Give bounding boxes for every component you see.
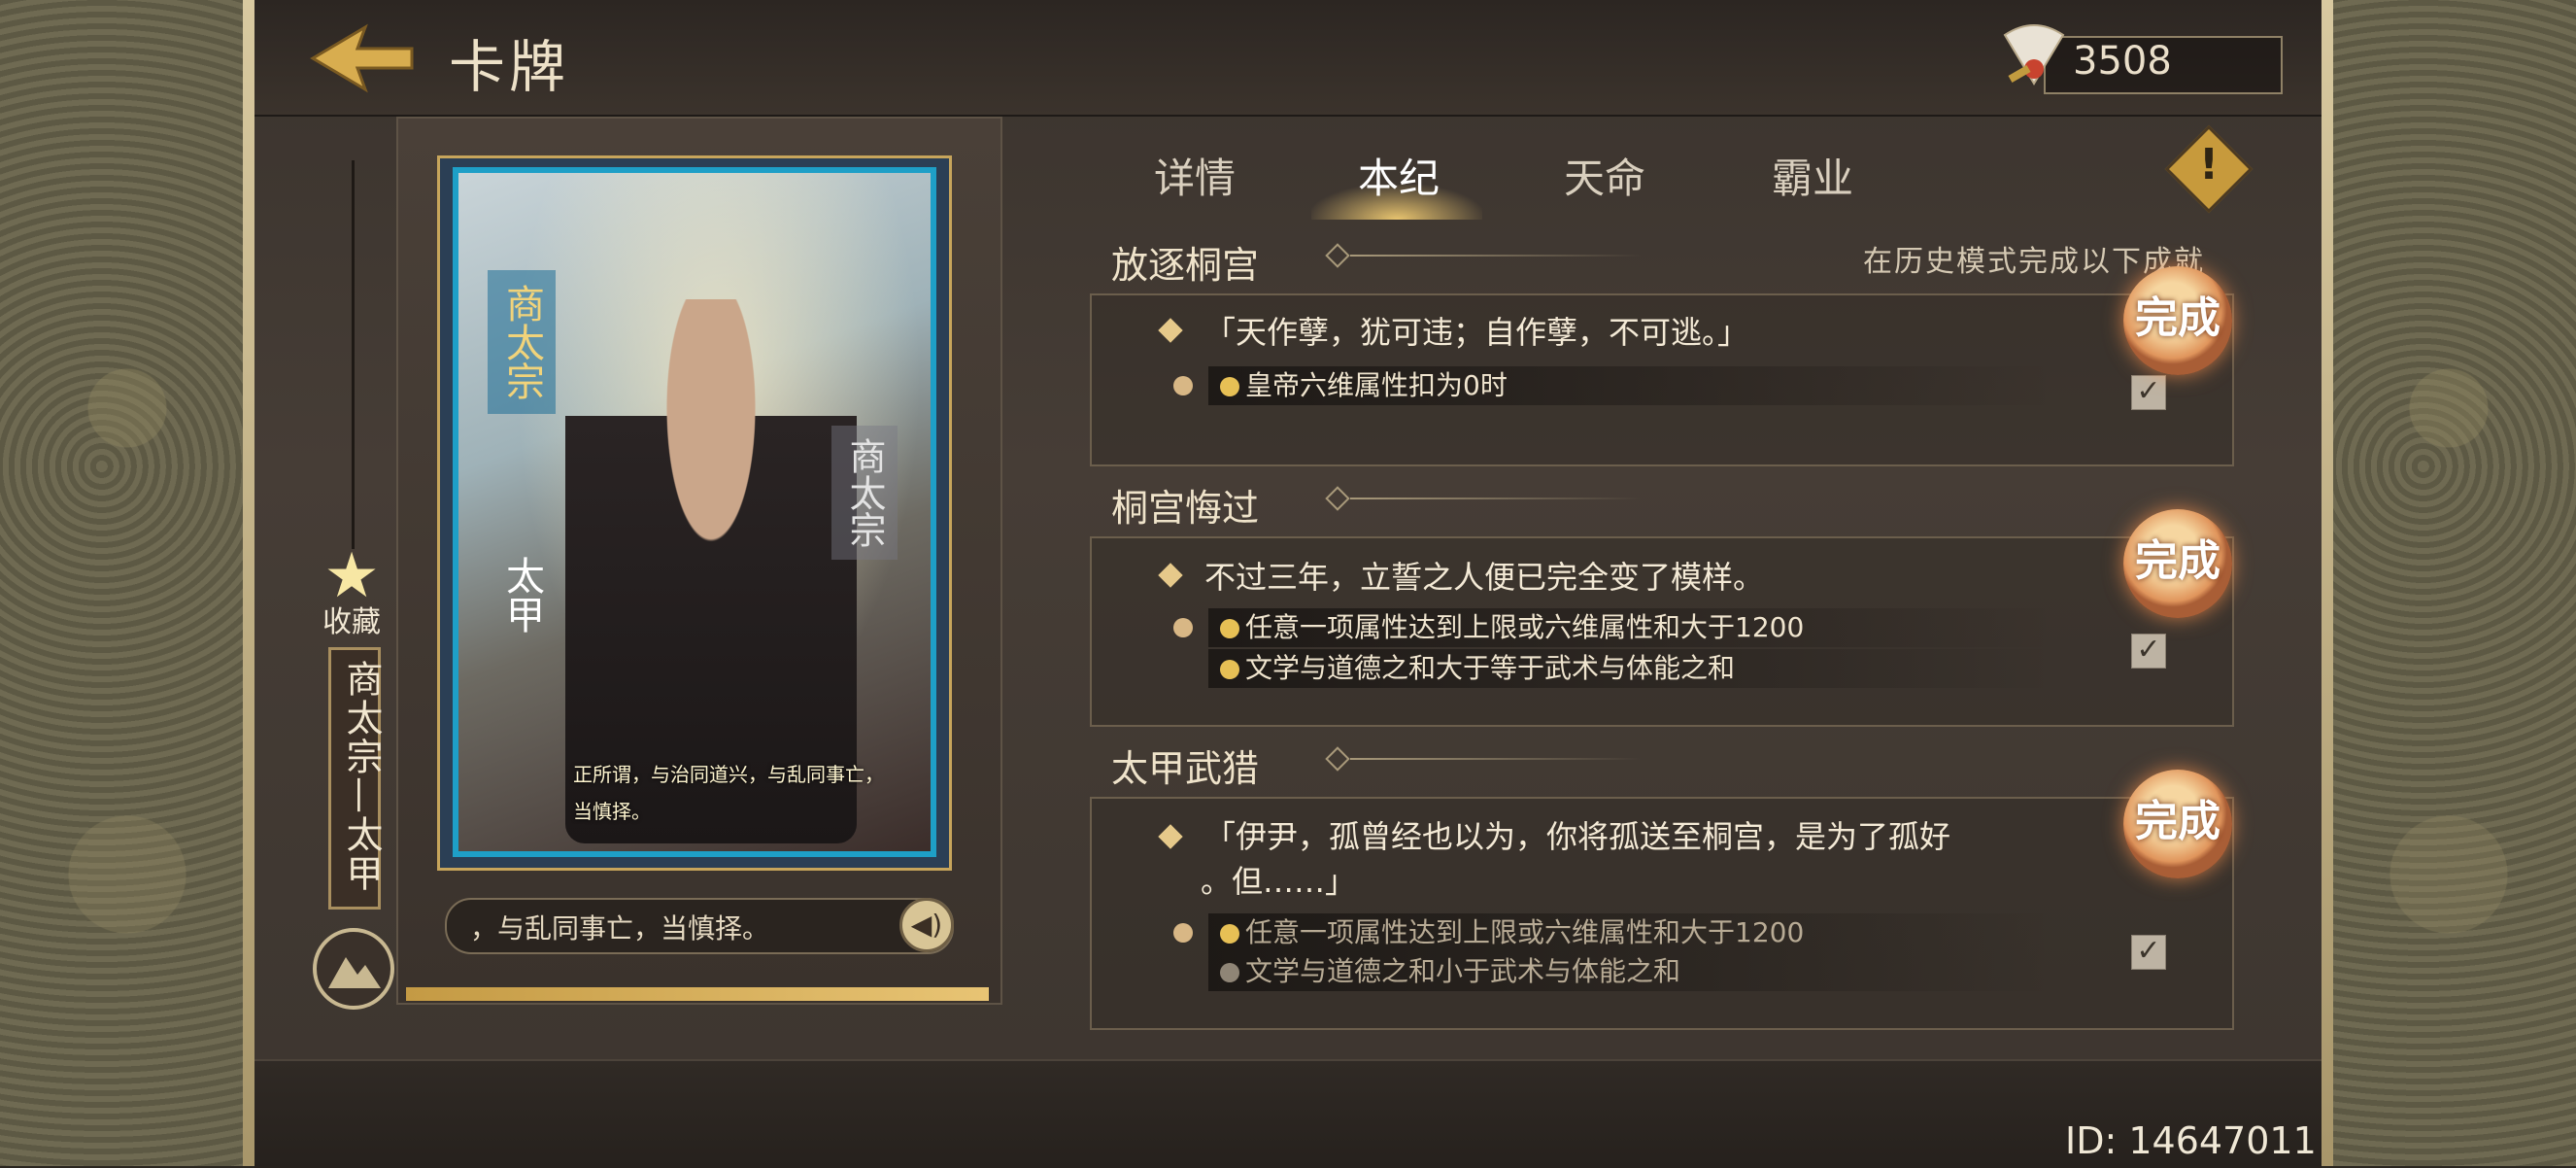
- left-ornament-panel: [0, 0, 254, 1166]
- tab-detail[interactable]: 详情: [1154, 146, 1236, 205]
- condition-row: 任意一项属性达到上限或六维属性和大于1200: [1208, 913, 2055, 952]
- progress-fill: [406, 987, 989, 1001]
- name-plate-text: 商太宗—太甲: [340, 660, 383, 893]
- alert-icon: !: [2198, 140, 2220, 189]
- condition-row: 皇帝六维属性扣为0时: [1208, 366, 2055, 405]
- left-frame-border: [243, 0, 254, 1166]
- condition-text: 任意一项属性达到上限或六维属性和大于1200: [1245, 916, 1805, 948]
- condition-dot: [1220, 660, 1239, 679]
- card-quote: 正所谓，与治同道兴，与乱同事亡，当慎择。: [573, 763, 884, 823]
- card-vertical-name: 商太宗: [488, 270, 556, 414]
- condition-bullet: [1173, 618, 1193, 637]
- achievement-title: 太甲武猎: [1111, 747, 1260, 790]
- condition-text: 任意一项属性达到上限或六维属性和大于1200: [1245, 611, 1805, 643]
- complete-badge: 完成: [2123, 266, 2232, 375]
- condition-text: 文学与道德之和小于武术与体能之和: [1245, 955, 1681, 987]
- condition-dot: [1220, 619, 1239, 638]
- condition-dot: [1220, 924, 1239, 944]
- back-arrow-icon: [310, 23, 414, 93]
- mountain-button[interactable]: [313, 928, 394, 1010]
- condition-bullet: [1173, 376, 1193, 395]
- decor-line: [352, 160, 355, 549]
- tab-hegemony[interactable]: 霸业: [1772, 146, 1853, 205]
- favorite-button[interactable]: ★: [313, 545, 390, 607]
- condition-row: 文学与道德之和大于等于武术与体能之和: [1208, 649, 2055, 688]
- check-icon: ✓: [2131, 935, 2166, 970]
- condition-row: 文学与道德之和小于武术与体能之和: [1208, 952, 2055, 991]
- condition-text: 皇帝六维属性扣为0时: [1245, 369, 1508, 401]
- title-line: [1350, 758, 1642, 760]
- condition-dot: [1220, 963, 1239, 982]
- title-line: [1350, 255, 1642, 257]
- user-id: ID: 14647011: [2065, 1119, 2317, 1162]
- favorite-label: 收藏: [322, 605, 381, 639]
- speaker-icon: ◀): [910, 909, 943, 941]
- card-artwork: 商太宗 太甲 商太宗 正所谓，与治同道兴，与乱同事亡，当慎择。: [453, 167, 936, 857]
- dialogue-text: ，与乱同事亡，当慎择。: [470, 912, 770, 945]
- name-plate: 商太宗—太甲: [328, 647, 383, 910]
- achievement-quote-cont: 。但……」: [1201, 863, 1357, 900]
- tab-annals[interactable]: 本纪: [1358, 146, 1440, 205]
- tab-destiny[interactable]: 天命: [1564, 146, 1645, 205]
- card-vertical-name-right: 商太宗: [831, 426, 898, 560]
- condition-text: 文学与道德之和大于等于武术与体能之和: [1245, 652, 1736, 684]
- condition-row: 任意一项属性达到上限或六维属性和大于1200: [1208, 608, 2055, 647]
- speaker-button[interactable]: ◀): [899, 898, 954, 952]
- mountain-icon: [328, 957, 381, 988]
- right-ornament-panel: [2322, 0, 2576, 1166]
- achievement-title: 桐宫悔过: [1111, 487, 1260, 530]
- card-vertical-name-lower: 太甲: [499, 556, 544, 634]
- check-icon: ✓: [2131, 634, 2166, 669]
- achievement-quote: 「天作孽，犹可违；自作孽，不可逃。」: [1204, 314, 1749, 351]
- page-title: 卡牌: [449, 34, 570, 100]
- condition-bullet: [1173, 923, 1193, 943]
- right-frame-border: [2322, 0, 2333, 1166]
- achievement-quote: 「伊尹，孤曾经也以为，你将孤送至桐宫，是为了孤好: [1204, 818, 1951, 855]
- bottom-bar: [254, 1059, 2322, 1168]
- complete-badge: 完成: [2123, 509, 2232, 618]
- complete-badge: 完成: [2123, 770, 2232, 878]
- check-icon: ✓: [2131, 375, 2166, 410]
- title-line: [1350, 498, 1642, 499]
- fan-feather-icon: [1995, 16, 2073, 93]
- achievement-title: 放逐桐宫: [1111, 244, 1260, 287]
- currency-value: 3508: [2073, 39, 2172, 84]
- condition-dot: [1220, 377, 1239, 396]
- back-button[interactable]: [309, 21, 416, 95]
- achievement-quote: 不过三年，立誓之人便已完全变了模样。: [1204, 559, 1765, 596]
